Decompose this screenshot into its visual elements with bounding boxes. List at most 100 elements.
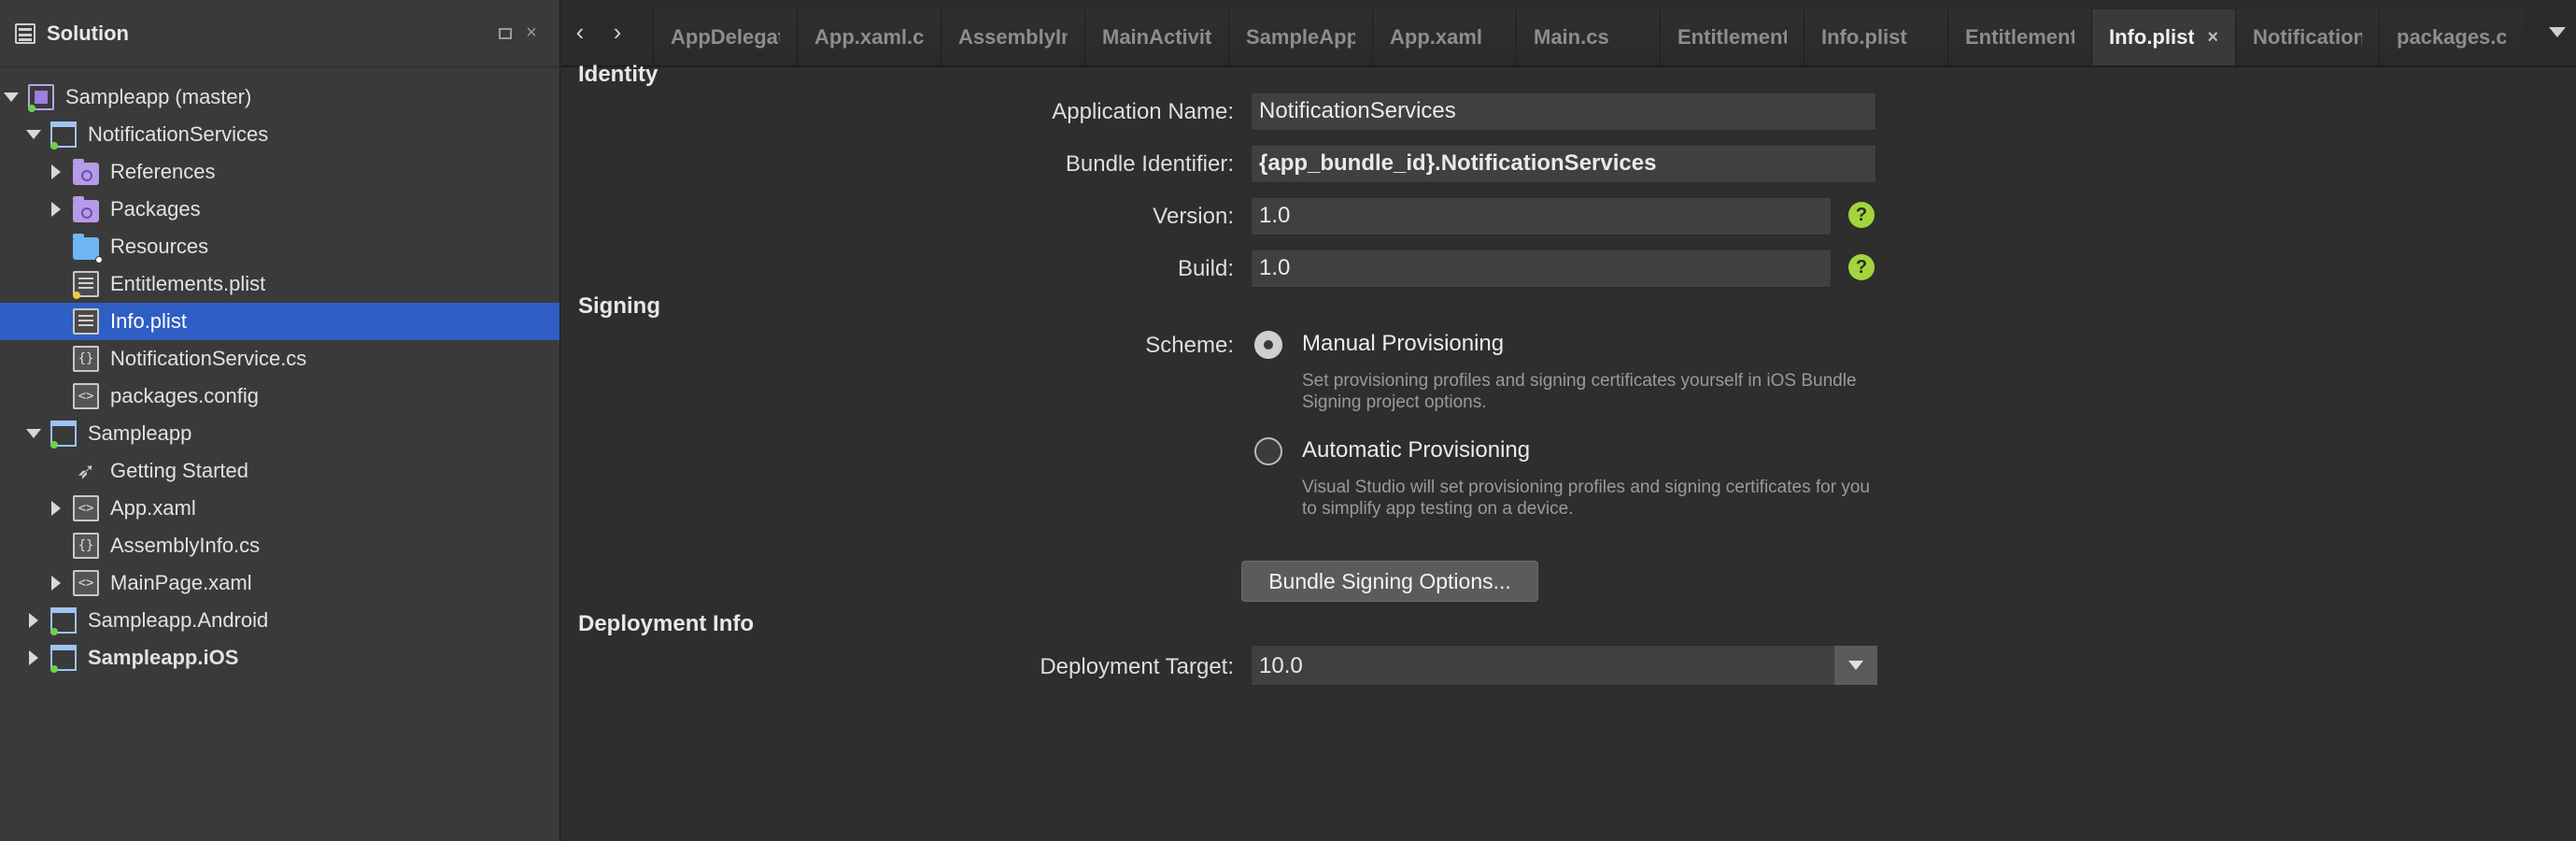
tree-item-label: NotificationServices [88,122,269,146]
tree-item[interactable]: Packages [0,191,559,228]
expanded-arrow-icon[interactable] [22,116,45,153]
tree-item[interactable]: <> MainPage.xaml [0,564,559,602]
signing-section-title: Signing [578,293,660,319]
tree-item[interactable]: <> App.xaml [0,490,559,527]
plist-file-icon [73,271,99,299]
build-help-icon[interactable]: ? [1848,254,1875,280]
app-name-field[interactable]: NotificationServices [1251,92,1876,131]
maximize-pad-button[interactable] [492,21,518,47]
document-tab[interactable]: MainActivity.cs [1084,9,1228,65]
plist-file-icon [73,308,99,335]
references-folder-icon [73,159,99,185]
document-tab[interactable]: NotificationServices [2235,9,2379,65]
tab-label: AppDelegate.cs [671,25,780,49]
document-tab[interactable]: packages.config [2379,9,2523,65]
tab-scroll-right-button[interactable]: › [599,0,636,65]
collapsed-arrow-icon[interactable] [45,191,67,228]
tree-item-label: Packages [110,197,201,221]
tree-item[interactable]: Sampleapp (master) [0,78,559,116]
solution-pad-header: Solution × [0,0,559,67]
tree-item-label: Sampleapp.Android [88,608,269,632]
bundle-id-label: Bundle Identifier: [1065,151,1234,177]
tab-label: App.xaml.cs [814,25,924,49]
solution-tree: Sampleapp (master) NotificationServices Re… [0,67,559,677]
tab-label: Entitlements.plist [1677,25,1787,49]
deployment-target-select[interactable]: 10.0 [1251,645,1878,686]
version-help-icon[interactable]: ? [1848,202,1875,228]
collapsed-arrow-icon[interactable] [45,490,67,527]
chevron-right-icon: › [613,17,622,46]
xml-file-icon: <> [73,570,99,596]
document-tab[interactable]: Info.plist [1804,9,1947,65]
chevron-down-icon[interactable] [1834,646,1877,685]
tab-label: Entitlements.plist [1965,25,2074,49]
deployment-target-label: Deployment Target: [1040,654,1234,679]
automatic-provisioning-radio[interactable] [1254,437,1282,465]
green-status-dot-icon [50,142,58,150]
tree-item[interactable]: Sampleapp.iOS [0,639,559,677]
tree-item[interactable]: Entitlements.plist [0,265,559,303]
csharp-file-icon: {} [73,533,99,559]
tab-list-dropdown[interactable] [2539,0,2576,65]
tree-item[interactable]: {} NotificationService.cs [0,340,559,378]
bundle-id-field[interactable]: {app_bundle_id}.NotificationServices [1251,144,1876,183]
tree-item[interactable]: ➶ Getting Started [0,452,559,490]
plist-editor: Identity Application Name: NotificationS… [561,62,2576,841]
version-field[interactable]: 1.0 [1251,196,1832,235]
manual-provisioning-description: Set provisioning profiles and signing ce… [1302,371,1857,412]
ide-window: Solution × Sampleapp (master) Notificatio… [0,0,2576,841]
tree-item-label: Info.plist [110,309,187,333]
document-tab[interactable]: Entitlements.plist [1660,9,1804,65]
tree-item[interactable]: NotificationServices [0,116,559,153]
document-tab[interactable]: App.xaml.cs [797,9,941,65]
collapsed-arrow-icon[interactable] [22,639,45,677]
close-tab-icon[interactable]: × [2207,27,2218,49]
green-status-dot-icon [28,105,35,112]
tab-label: SampleApp [1246,25,1355,49]
document-tab[interactable]: App.xaml [1372,9,1516,65]
deployment-section-title: Deployment Info [578,611,755,636]
tree-item[interactable]: Resources [0,228,559,265]
tree-item[interactable]: <> packages.config [0,378,559,415]
automatic-provisioning-label: Automatic Provisioning [1302,437,1531,463]
tab-label: Main.cs [1534,25,1609,49]
csharp-file-icon: {} [73,346,99,372]
tab-label: AssemblyInfo.cs [958,25,1068,49]
document-tab[interactable]: AppDelegate.cs [653,9,797,65]
collapsed-arrow-icon[interactable] [22,602,45,639]
tree-item-label: References [110,160,216,183]
tree-item[interactable]: References [0,153,559,191]
tree-item[interactable]: {} AssemblyInfo.cs [0,527,559,564]
collapsed-arrow-icon[interactable] [45,153,67,191]
expanded-arrow-icon[interactable] [0,78,22,116]
document-tab[interactable]: Main.cs [1516,9,1660,65]
tree-item-label: Entitlements.plist [110,272,266,295]
document-tab[interactable]: Info.plist × [2091,9,2235,65]
project-icon [50,645,77,673]
green-status-dot-icon [50,628,58,635]
expanded-arrow-icon[interactable] [22,415,45,452]
tree-item[interactable]: Sampleapp.Android [0,602,559,639]
green-status-dot-icon [50,441,58,449]
document-tab[interactable]: Entitlements.plist [1947,9,2091,65]
collapsed-arrow-icon[interactable] [45,564,67,602]
xml-file-icon: <> [73,495,99,521]
tree-item[interactable]: Info.plist [0,303,559,340]
manual-provisioning-radio[interactable] [1254,331,1282,359]
tree-item[interactable]: Sampleapp [0,415,559,452]
tree-item-label: Resources [110,235,209,258]
automatic-provisioning-description: Visual Studio will set provisioning prof… [1302,478,1870,519]
bundle-signing-options-button[interactable]: Bundle Signing Options... [1241,561,1538,602]
identity-section-title: Identity [578,62,658,87]
scheme-label: Scheme: [1145,333,1234,358]
build-field[interactable]: 1.0 [1251,249,1832,288]
tab-scroll-left-button[interactable]: ‹ [561,0,599,65]
deployment-target-value: 10.0 [1259,653,1303,678]
close-pad-button[interactable]: × [518,21,545,47]
document-tab[interactable]: SampleApp [1228,9,1372,65]
document-tab[interactable]: AssemblyInfo.cs [941,9,1084,65]
